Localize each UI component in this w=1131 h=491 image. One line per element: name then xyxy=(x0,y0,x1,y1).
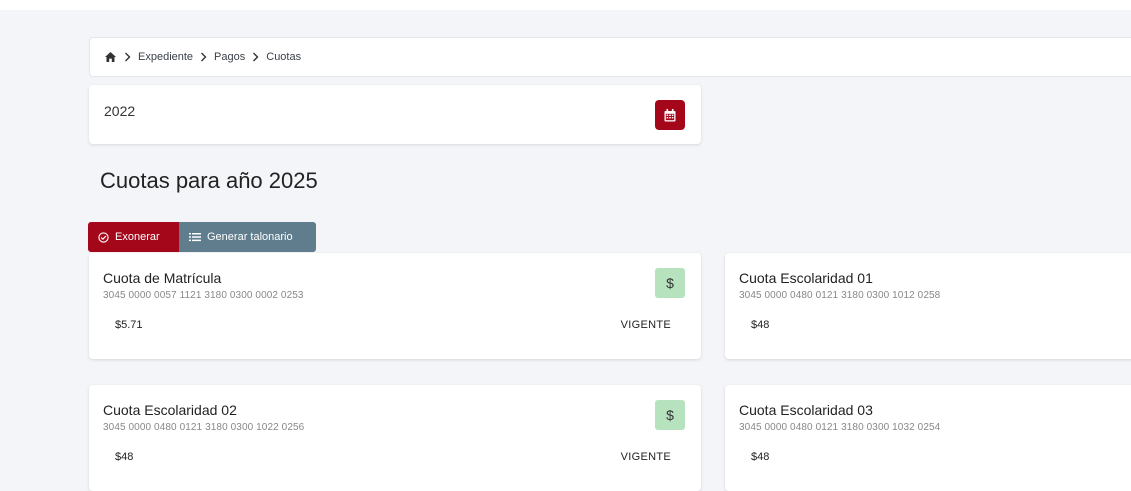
year-selector-card: 2022 xyxy=(89,85,701,144)
action-button-group: Exonerar Generar talonario xyxy=(88,222,316,252)
cuota-amount: $48 xyxy=(115,451,134,463)
generar-talonario-button[interactable]: Generar talonario xyxy=(179,222,316,252)
cuota-status: VIGENTE xyxy=(620,451,671,463)
chevron-right-icon xyxy=(200,52,207,62)
cuota-card: Cuota Escolaridad 01 3045 0000 0480 0121… xyxy=(725,253,1131,359)
cuota-code: 3045 0000 0480 0121 3180 0300 1022 0256 xyxy=(103,422,305,433)
breadcrumb-item-pagos[interactable]: Pagos xyxy=(214,51,245,63)
cuota-title: Cuota Escolaridad 01 xyxy=(739,270,873,286)
cuota-card: Cuota de Matrícula 3045 0000 0057 1121 3… xyxy=(89,253,701,359)
cuota-code: 3045 0000 0480 0121 3180 0300 1032 0254 xyxy=(739,422,941,433)
breadcrumb-item-cuotas: Cuotas xyxy=(266,51,302,63)
cuota-card: Cuota Escolaridad 03 3045 0000 0480 0121… xyxy=(725,385,1131,491)
exonerar-button[interactable]: Exonerar xyxy=(88,222,179,252)
cuota-card: Cuota Escolaridad 02 3045 0000 0480 0121… xyxy=(89,385,701,491)
chevron-right-icon xyxy=(124,52,131,62)
cuota-title: Cuota de Matrícula xyxy=(103,270,222,286)
exonerar-label: Exonerar xyxy=(115,231,160,243)
calendar-button[interactable] xyxy=(655,100,685,130)
cuota-title: Cuota Escolaridad 02 xyxy=(103,402,237,418)
calendar-icon xyxy=(664,108,676,122)
dollar-icon: $ xyxy=(666,275,674,291)
cuota-amount: $48 xyxy=(751,451,770,463)
cuota-code: 3045 0000 0480 0121 3180 0300 1012 0258 xyxy=(739,290,941,301)
check-circle-icon xyxy=(98,231,109,243)
cuota-code: 3045 0000 0057 1121 3180 0300 0002 0253 xyxy=(103,290,304,301)
breadcrumb: Expediente Pagos Cuotas xyxy=(89,37,1131,77)
chevron-right-icon xyxy=(252,52,259,62)
year-value[interactable]: 2022 xyxy=(104,103,135,119)
cuota-amount: $48 xyxy=(751,319,770,331)
page-title: Cuotas para año 2025 xyxy=(100,168,318,193)
list-icon xyxy=(189,232,201,242)
cuota-status: VIGENTE xyxy=(620,319,671,331)
breadcrumb-item-expediente[interactable]: Expediente xyxy=(138,51,193,63)
top-bar xyxy=(0,0,1131,10)
home-icon[interactable] xyxy=(104,51,117,63)
dollar-icon: $ xyxy=(666,407,674,423)
generar-talonario-label: Generar talonario xyxy=(207,231,293,243)
pay-button[interactable]: $ xyxy=(655,268,685,298)
cuota-amount: $5.71 xyxy=(115,319,143,331)
pay-button[interactable]: $ xyxy=(655,400,685,430)
cuota-title: Cuota Escolaridad 03 xyxy=(739,402,873,418)
